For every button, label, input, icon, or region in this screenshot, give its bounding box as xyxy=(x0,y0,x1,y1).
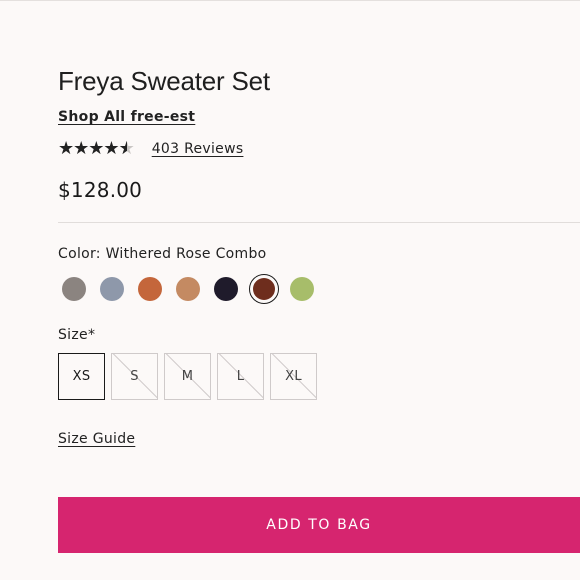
swatch-fill xyxy=(290,277,314,301)
star-icon: ★ xyxy=(58,138,74,159)
shop-all-link[interactable]: Shop All free-est xyxy=(58,109,195,125)
reviews-link[interactable]: 403 Reviews xyxy=(152,141,244,157)
size-option-xs[interactable]: XS xyxy=(58,353,105,400)
product-title: Freya Sweater Set xyxy=(58,66,270,96)
size-label: Size* xyxy=(58,327,96,343)
swatch-fill xyxy=(100,277,124,301)
swatch-green[interactable] xyxy=(289,276,315,302)
size-option-l[interactable]: L xyxy=(217,353,264,400)
divider xyxy=(58,222,580,223)
size-option-label: M xyxy=(181,369,194,384)
size-options: XS S M L XL xyxy=(58,353,323,400)
swatch-navy[interactable] xyxy=(213,276,239,302)
swatch-fill xyxy=(253,278,275,300)
rating-row: ★ ★ ★ ★ ★ 403 Reviews xyxy=(58,138,244,159)
swatch-fill xyxy=(214,277,238,301)
swatch-withered-rose[interactable] xyxy=(249,274,279,304)
half-star-icon: ★ xyxy=(119,140,135,159)
swatch-grey[interactable] xyxy=(61,276,87,302)
star-icon: ★ xyxy=(73,138,89,159)
size-option-label: XS xyxy=(72,369,91,384)
size-option-s[interactable]: S xyxy=(111,353,158,400)
color-label: Color: Withered Rose Combo xyxy=(58,246,267,262)
add-to-bag-button[interactable]: ADD TO BAG xyxy=(58,497,580,553)
size-guide-link[interactable]: Size Guide xyxy=(58,431,135,447)
swatch-fill xyxy=(176,277,200,301)
color-swatches xyxy=(61,274,327,304)
swatch-rust[interactable] xyxy=(137,276,163,302)
size-option-label: L xyxy=(236,369,245,384)
size-option-label: XL xyxy=(285,369,302,384)
star-rating: ★ ★ ★ ★ ★ xyxy=(58,138,135,159)
star-icon: ★ xyxy=(103,138,119,159)
star-icon: ★ xyxy=(88,138,104,159)
size-option-xl[interactable]: XL xyxy=(270,353,317,400)
product-price: $128.00 xyxy=(58,178,143,202)
swatch-fill xyxy=(138,277,162,301)
size-option-m[interactable]: M xyxy=(164,353,211,400)
swatch-fill xyxy=(62,277,86,301)
size-option-label: S xyxy=(130,369,139,384)
top-border xyxy=(0,0,580,1)
swatch-blue-grey[interactable] xyxy=(99,276,125,302)
swatch-tan[interactable] xyxy=(175,276,201,302)
